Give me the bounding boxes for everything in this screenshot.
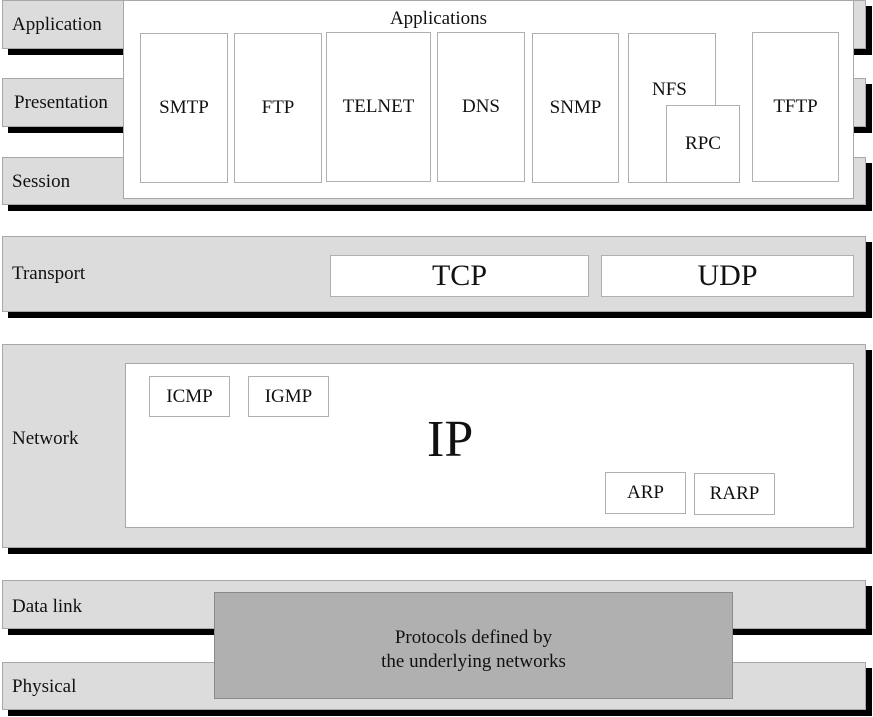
protocol-igmp: IGMP — [248, 376, 329, 417]
underlying-line-1: Protocols defined by — [394, 627, 553, 648]
protocol-ip: IP — [427, 411, 474, 468]
layer-label: Network — [12, 428, 79, 449]
app-snmp: SNMP — [532, 33, 619, 183]
protocol-arp: ARP — [605, 472, 686, 514]
nfs-label: NFS — [652, 79, 687, 100]
protocol-rarp: RARP — [694, 473, 775, 515]
layer-label: Physical — [12, 676, 77, 697]
protocol-tcp: TCP — [330, 255, 589, 297]
app-dns: DNS — [437, 32, 525, 182]
layer-label: Data link — [12, 596, 83, 617]
applications-title: Applications — [389, 8, 488, 29]
app-tftp: TFTP — [752, 32, 839, 182]
layer-label: Session — [12, 171, 71, 192]
app-telnet: TELNET — [326, 32, 431, 182]
app-ftp: FTP — [234, 33, 322, 183]
app-smtp: SMTP — [140, 33, 228, 183]
layer-label: Transport — [12, 263, 86, 284]
protocol-icmp: ICMP — [149, 376, 230, 417]
layer-label: Presentation — [14, 92, 108, 113]
app-rpc: RPC — [666, 105, 740, 183]
underlying-networks-box: Protocols defined by the underlying netw… — [214, 592, 733, 699]
underlying-line-2: the underlying networks — [381, 651, 566, 672]
protocol-udp: UDP — [601, 255, 854, 297]
